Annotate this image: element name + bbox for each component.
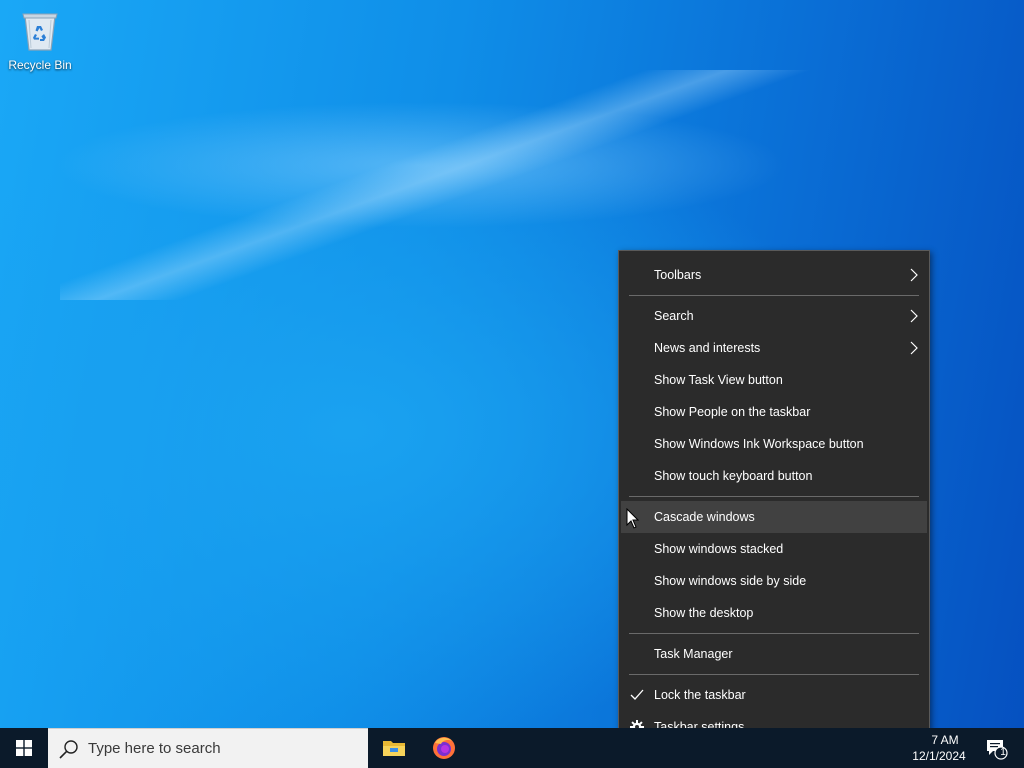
menu-item-label: Show People on the taskbar (654, 405, 811, 419)
menu-item-label: Toolbars (654, 268, 702, 282)
taskbar-search-box[interactable]: Type here to search (48, 728, 368, 768)
mouse-cursor-icon (626, 507, 640, 535)
clock-date: 12/1/2024 (912, 749, 966, 763)
menu-item-label: News and interests (654, 341, 761, 355)
windows-logo-icon (16, 740, 32, 756)
menu-item-show-the-desktop[interactable]: Show the desktop (621, 597, 927, 629)
menu-separator (629, 633, 919, 634)
menu-item-label: Show windows side by side (654, 574, 807, 588)
search-placeholder: Type here to search (88, 740, 221, 757)
menu-separator (629, 496, 919, 497)
menu-item-toolbars[interactable]: Toolbars (621, 259, 927, 291)
chevron-right-icon (907, 332, 921, 364)
menu-item-label: Search (654, 309, 694, 323)
menu-item-lock-the-taskbar[interactable]: Lock the taskbar (621, 679, 927, 711)
menu-item-label: Show Task View button (654, 373, 783, 387)
chevron-right-icon (907, 300, 921, 332)
checkmark-icon (627, 679, 647, 711)
menu-item-show-touch-keyboard[interactable]: Show touch keyboard button (621, 460, 927, 492)
menu-separator (629, 674, 919, 675)
menu-item-show-windows-ink[interactable]: Show Windows Ink Workspace button (621, 428, 927, 460)
firefox-icon (433, 737, 455, 759)
notification-count-badge: 1 (1000, 747, 1006, 758)
menu-separator (629, 295, 919, 296)
menu-item-label: Show windows stacked (654, 542, 784, 556)
file-explorer-icon (383, 741, 405, 756)
taskbar-clock[interactable]: 7 AM 12/1/2024 (900, 728, 978, 768)
menu-item-search[interactable]: Search (621, 300, 927, 332)
taskbar-app-firefox[interactable] (420, 728, 468, 768)
menu-item-news-and-interests[interactable]: News and interests (621, 332, 927, 364)
menu-item-show-task-view[interactable]: Show Task View button (621, 364, 927, 396)
menu-item-task-manager[interactable]: Task Manager (621, 638, 927, 670)
menu-item-label: Show Windows Ink Workspace button (654, 437, 864, 451)
recycle-bin-icon (20, 8, 60, 52)
system-tray-icons[interactable] (858, 728, 898, 768)
taskbar: Type here to search 7 AM 12/1/2024 1 (0, 728, 1024, 768)
clock-time: 7 AM (931, 733, 959, 747)
menu-item-label: Show touch keyboard button (654, 469, 813, 483)
desktop-icon-label: Recycle Bin (8, 58, 72, 72)
start-button[interactable] (0, 728, 48, 768)
notification-center-button[interactable]: 1 (978, 728, 1014, 768)
menu-item-cascade-windows[interactable]: Cascade windows (621, 501, 927, 533)
menu-item-show-windows-side-by-side[interactable]: Show windows side by side (621, 565, 927, 597)
menu-item-show-windows-stacked[interactable]: Show windows stacked (621, 533, 927, 565)
menu-item-label: Task Manager (654, 647, 733, 661)
desktop-icon-recycle-bin[interactable]: Recycle Bin (4, 8, 76, 72)
menu-item-show-people[interactable]: Show People on the taskbar (621, 396, 927, 428)
taskbar-app-file-explorer[interactable] (370, 728, 418, 768)
menu-item-label: Show the desktop (654, 606, 754, 620)
menu-item-label: Cascade windows (654, 510, 755, 524)
menu-item-label: Lock the taskbar (654, 688, 746, 702)
chevron-right-icon (907, 259, 921, 291)
taskbar-context-menu: Toolbars Search News and interests Show … (618, 250, 930, 750)
search-icon (58, 738, 80, 760)
